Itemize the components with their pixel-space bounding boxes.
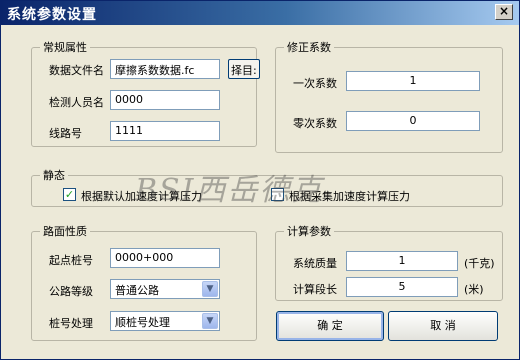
collected-accel-checkbox[interactable] [271, 188, 284, 201]
general-properties-legend: 常规属性 [43, 41, 87, 54]
pile-processing-label: 桩号处理 [49, 317, 93, 330]
data-file-field[interactable]: 摩擦系数数据.fc [110, 59, 220, 79]
browse-button[interactable]: 择目: [228, 59, 260, 79]
inspector-field[interactable]: 0000 [110, 90, 220, 110]
start-pile-label: 起点桩号 [49, 254, 93, 267]
chevron-down-icon[interactable]: ▼ [202, 281, 218, 297]
correction-legend: 修正系数 [287, 41, 331, 54]
primary-coef-field[interactable]: 1 [346, 71, 480, 91]
line-number-label: 线路号 [49, 127, 82, 140]
ok-button[interactable]: 确 定 [276, 311, 384, 341]
default-accel-checkbox[interactable]: ✓ [63, 188, 76, 201]
chevron-down-icon[interactable]: ▼ [202, 313, 218, 329]
data-file-label: 数据文件名 [49, 64, 104, 77]
road-grade-select[interactable]: 普通公路 ▼ [110, 279, 220, 299]
pile-processing-value: 顺桩号处理 [115, 316, 170, 329]
collected-accel-label[interactable]: 根据采集加速度计算压力 [289, 188, 410, 204]
road-properties-legend: 路面性质 [43, 225, 87, 238]
correction-group: 修正系数 [275, 39, 503, 153]
system-mass-label: 系统质量 [293, 257, 337, 270]
close-button[interactable]: × [495, 4, 513, 20]
segment-length-label: 计算段长 [293, 283, 337, 296]
start-pile-field[interactable]: 0000+000 [110, 248, 220, 268]
calc-params-legend: 计算参数 [287, 225, 331, 238]
static-legend: 静态 [43, 169, 65, 182]
default-accel-label[interactable]: 根据默认加速度计算压力 [81, 188, 202, 204]
cancel-button[interactable]: 取 消 [388, 311, 498, 341]
road-grade-value: 普通公路 [115, 284, 159, 297]
system-mass-field[interactable]: 1 [346, 251, 458, 271]
road-grade-label: 公路等级 [49, 285, 93, 298]
inspector-label: 检测人员名 [49, 96, 104, 109]
zero-coef-label: 零次系数 [293, 117, 337, 130]
segment-length-unit: (米) [464, 283, 484, 296]
line-number-field[interactable]: 1111 [110, 121, 220, 141]
settings-dialog: 系统参数设置 × 常规属性 数据文件名 摩擦系数数据.fc 择目: 检测人员名 … [0, 0, 520, 360]
zero-coef-field[interactable]: 0 [346, 111, 480, 131]
segment-length-field[interactable]: 5 [346, 277, 458, 297]
title-bar[interactable]: 系统参数设置 × [1, 1, 519, 25]
pile-processing-select[interactable]: 顺桩号处理 ▼ [110, 311, 220, 331]
system-mass-unit: (千克) [464, 257, 495, 270]
window-title: 系统参数设置 [7, 7, 97, 23]
primary-coef-label: 一次系数 [293, 77, 337, 90]
